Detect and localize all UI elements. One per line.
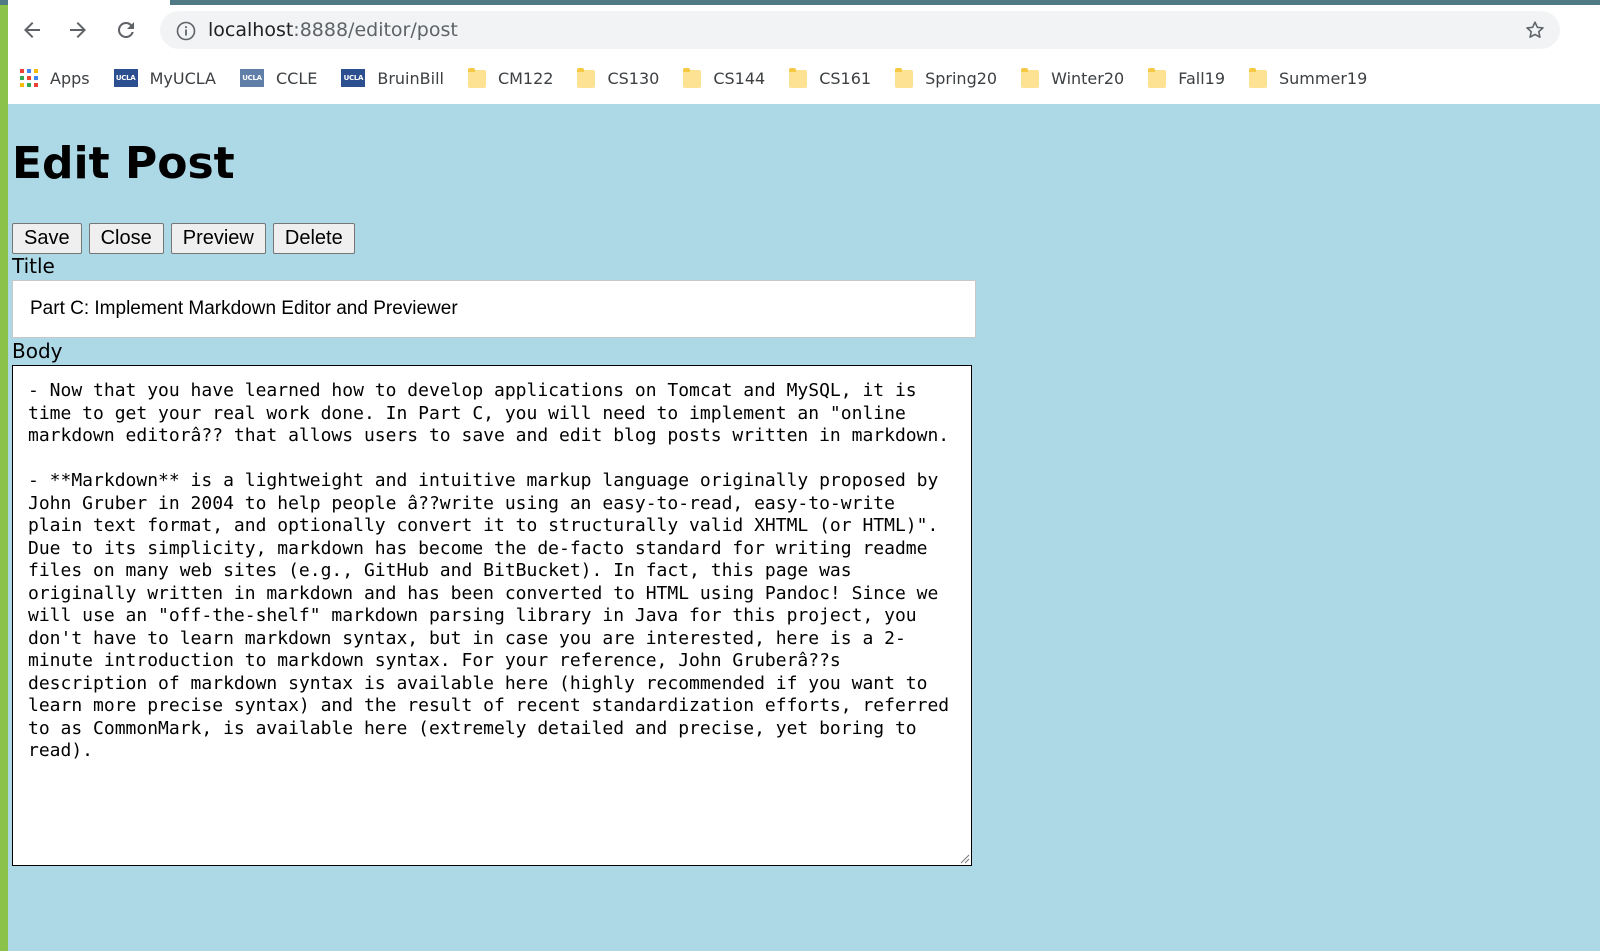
back-button[interactable] [18,16,46,44]
bookmarks-bar: Apps UCLA MyUCLA UCLA CCLE UCLA BruinBil… [20,63,1600,93]
bookmark-folder-winter20[interactable]: Winter20 [1021,63,1124,93]
window-edge-strip [0,0,8,951]
bookmark-folder-cs161[interactable]: CS161 [789,63,871,93]
resize-grip-icon[interactable] [958,852,970,864]
folder-icon [683,68,702,88]
title-input[interactable] [12,280,976,338]
folder-icon [895,68,914,88]
bookmark-label: BruinBill [377,68,444,88]
bookmark-label: CM122 [497,68,554,88]
bookmark-label: Fall19 [1178,68,1225,88]
forward-button[interactable] [64,16,92,44]
body-textarea[interactable]: - Now that you have learned how to devel… [12,365,972,866]
info-icon[interactable] [176,21,196,41]
reload-icon [117,21,134,38]
preview-button[interactable]: Preview [170,223,266,254]
bookmark-label: CCLE [275,68,318,88]
delete-button[interactable]: Delete [272,223,355,254]
bookmark-folder-cm122[interactable]: CM122 [467,63,554,93]
bookmark-label: CS130 [607,68,660,88]
ucla-icon: UCLA [341,69,366,87]
apps-grid-icon [20,69,38,87]
body-label: Body [12,339,63,363]
bookmark-folder-cs144[interactable]: CS144 [683,63,765,93]
url-host: localhost [208,19,294,41]
ucla-icon: UCLA [239,69,264,87]
save-button[interactable]: Save [12,223,82,254]
action-buttons: Save Close Preview Delete [12,223,362,254]
address-bar[interactable]: localhost:8888/editor/post [160,11,1560,49]
folder-icon [1148,68,1167,88]
folder-icon [1021,68,1040,88]
bookmark-label: MyUCLA [149,68,216,88]
folder-icon [789,68,808,88]
bookmark-folder-fall19[interactable]: Fall19 [1148,63,1225,93]
bookmark-myucla[interactable]: UCLA MyUCLA [113,63,216,93]
ucla-icon: UCLA [113,69,138,87]
bookmark-folder-summer19[interactable]: Summer19 [1249,63,1367,93]
bookmark-label: Apps [50,68,90,88]
folder-icon [577,68,596,88]
bookmark-apps[interactable]: Apps [20,63,90,93]
close-button[interactable]: Close [88,223,164,254]
url-path: :8888/editor/post [293,19,458,41]
bookmark-folder-spring20[interactable]: Spring20 [895,63,997,93]
bookmark-bruinbill[interactable]: UCLA BruinBill [341,63,444,93]
url-text[interactable]: localhost:8888/editor/post [208,11,458,49]
bookmark-ccle[interactable]: UCLA CCLE [239,63,318,93]
page-title: Edit Post [12,138,235,189]
bookmark-label: Spring20 [925,68,998,88]
bookmark-label: CS161 [819,68,872,88]
bookmark-label: CS144 [713,68,766,88]
browser-toolbar: localhost:8888/editor/post Apps UCLA MyU… [8,5,1600,104]
folder-icon [467,68,486,88]
bookmark-star-icon[interactable] [1524,19,1546,41]
arrow-right-icon [70,22,86,38]
bookmark-folder-cs130[interactable]: CS130 [577,63,659,93]
bookmark-label: Summer19 [1279,68,1368,88]
arrow-left-icon [24,22,40,38]
bookmark-label: Winter20 [1051,68,1125,88]
reload-button[interactable] [112,16,140,44]
title-label: Title [12,254,55,278]
folder-icon [1249,68,1267,88]
